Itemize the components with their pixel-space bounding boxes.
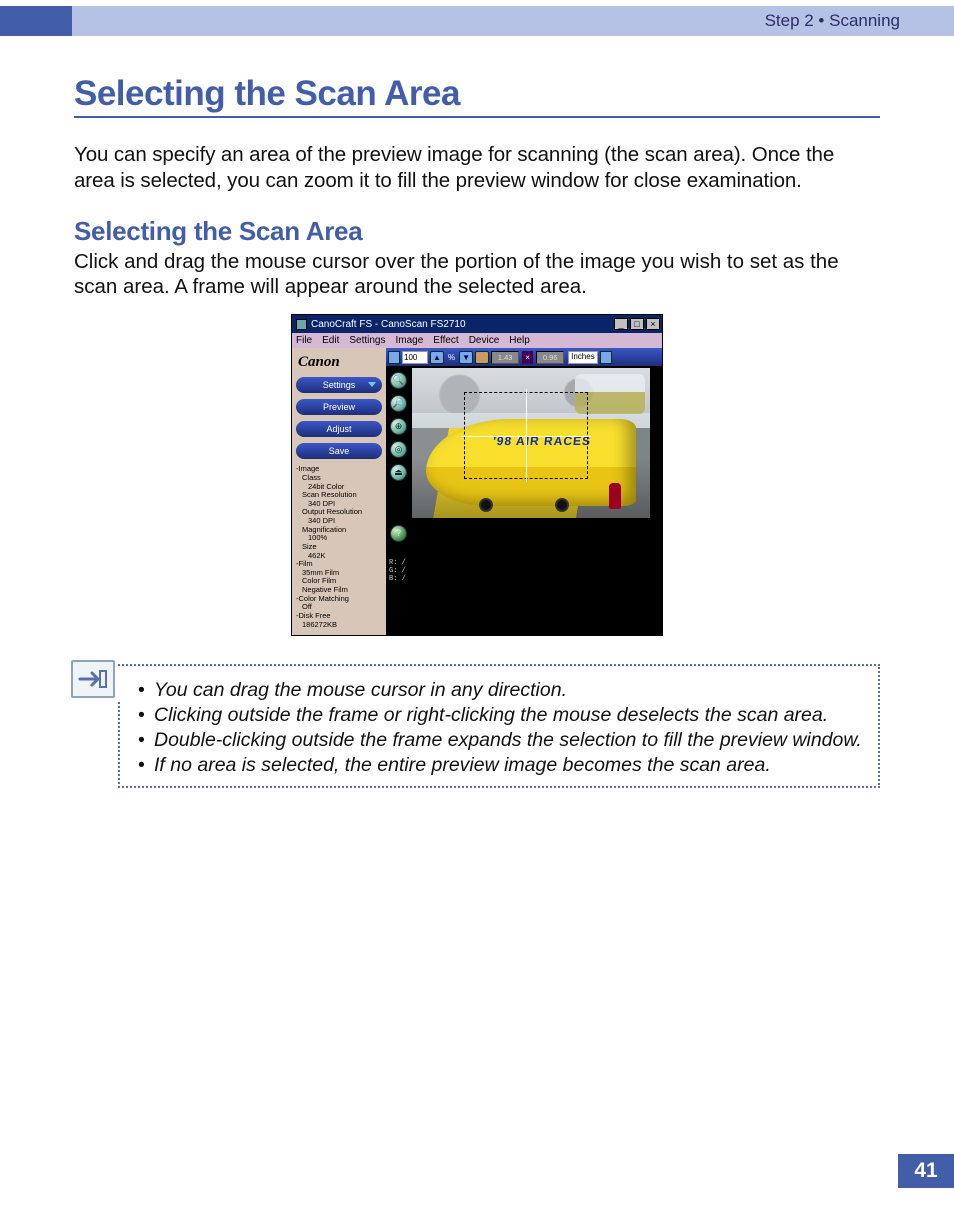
rgb-readout: R: / G: / B: / xyxy=(389,560,406,583)
header-accent xyxy=(0,6,72,36)
window-titlebar: CanoCraft FS - CanoScan FS2710 _ □ × xyxy=(292,315,662,333)
tool-palette: 🔍 🔎 ⊕ ◎ ⏏ ? xyxy=(390,372,407,542)
dim-width: 1.43 xyxy=(491,351,519,364)
settings-button[interactable]: Settings xyxy=(296,377,382,393)
menu-device[interactable]: Device xyxy=(469,335,500,346)
zoom-down-button[interactable]: ▼ xyxy=(459,351,473,364)
menu-file[interactable]: File xyxy=(296,335,312,346)
app-icon xyxy=(296,319,307,330)
left-panel: Canon Settings Preview Adjust Save -Imag… xyxy=(292,348,386,635)
section-heading: Selecting the Scan Area xyxy=(74,216,880,247)
note-item: Clicking outside the frame or right-clic… xyxy=(136,703,866,728)
page-title: Selecting the Scan Area xyxy=(74,74,880,118)
zoom-out-icon[interactable]: 🔎 xyxy=(390,395,407,412)
note-arrow-icon xyxy=(71,660,115,698)
menu-effect[interactable]: Effect xyxy=(433,335,458,346)
target-icon[interactable]: ◎ xyxy=(390,441,407,458)
dim-height: 0.96 xyxy=(536,351,564,364)
help-icon[interactable]: ? xyxy=(390,525,407,542)
menu-settings[interactable]: Settings xyxy=(349,335,385,346)
note-item: You can drag the mouse cursor in any dir… xyxy=(136,678,866,703)
preview-toolbar: % ▼ 1.43 × 0.96 Inches xyxy=(386,348,662,366)
page-number: 41 xyxy=(898,1154,954,1188)
info-diskfree-value: 186272KB xyxy=(302,621,382,630)
info-mag-value: 100% xyxy=(308,534,382,543)
preview-area[interactable]: '98 AIR RACES xyxy=(412,368,650,600)
note-item: If no area is selected, the entire previ… xyxy=(136,753,866,778)
adjust-button[interactable]: Adjust xyxy=(296,421,382,437)
preview-button[interactable]: Preview xyxy=(296,399,382,415)
percent-label: % xyxy=(448,353,455,362)
maximize-button[interactable]: □ xyxy=(630,318,644,330)
eject-icon[interactable]: ⏏ xyxy=(390,464,407,481)
selection-marquee[interactable] xyxy=(464,392,588,479)
window-title: CanoCraft FS - CanoScan FS2710 xyxy=(311,319,466,330)
zoom-up-button[interactable] xyxy=(430,351,444,364)
chevron-down-icon xyxy=(368,382,376,387)
save-button[interactable]: Save xyxy=(296,443,382,459)
section-paragraph: Click and drag the mouse cursor over the… xyxy=(74,249,880,301)
units-select[interactable]: Inches xyxy=(568,351,598,364)
brand-logo: Canon xyxy=(296,354,382,371)
zoom-dropdown-icon[interactable] xyxy=(388,351,400,364)
menu-help[interactable]: Help xyxy=(509,335,530,346)
page-header: Step 2 • Scanning xyxy=(0,6,954,36)
info-panel: -Image Class 24bit Color Scan Resolution… xyxy=(296,465,382,629)
note-box: You can drag the mouse cursor in any dir… xyxy=(74,664,880,788)
figure-screenshot: CanoCraft FS - CanoScan FS2710 _ □ × Fil… xyxy=(74,314,880,636)
menu-edit[interactable]: Edit xyxy=(322,335,339,346)
app-window: CanoCraft FS - CanoScan FS2710 _ □ × Fil… xyxy=(291,314,663,636)
dim-x-label: × xyxy=(522,351,533,364)
note-list: You can drag the mouse cursor in any dir… xyxy=(136,678,866,778)
zoom-in-icon[interactable]: 🔍 xyxy=(390,372,407,389)
ruler-icon[interactable] xyxy=(475,351,489,364)
close-button[interactable]: × xyxy=(646,318,660,330)
breadcrumb: Step 2 • Scanning xyxy=(72,6,954,36)
rgb-b: B: / xyxy=(389,576,406,584)
info-size-value: 462K xyxy=(308,552,382,561)
zoom-input[interactable] xyxy=(402,351,428,364)
menu-bar: File Edit Settings Image Effect Device H… xyxy=(292,333,662,348)
note-item: Double-clicking outside the frame expand… xyxy=(136,728,866,753)
menu-image[interactable]: Image xyxy=(396,335,424,346)
units-dropdown-icon[interactable] xyxy=(600,351,612,364)
fit-icon[interactable]: ⊕ xyxy=(390,418,407,435)
preview-image: '98 AIR RACES xyxy=(412,368,650,518)
minimize-button[interactable]: _ xyxy=(614,318,628,330)
intro-paragraph: You can specify an area of the preview i… xyxy=(74,142,880,194)
right-panel: % ▼ 1.43 × 0.96 Inches 🔍 🔎 ⊕ xyxy=(386,348,662,635)
